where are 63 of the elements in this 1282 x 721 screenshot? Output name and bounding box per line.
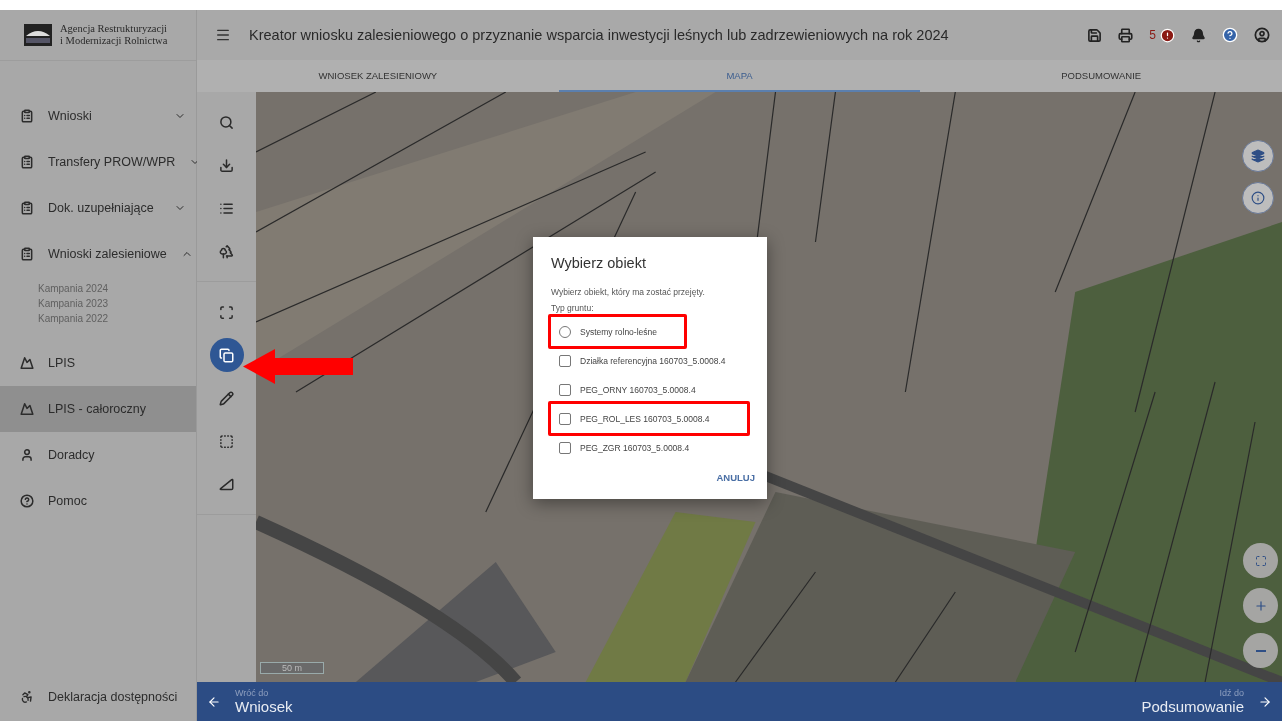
clipboard-icon [20,155,34,169]
pencil-icon [219,390,234,406]
layers-icon [1251,149,1265,163]
select-icon [219,304,234,320]
mountain-icon [20,356,34,370]
list-icon [219,200,234,216]
search-icon [219,114,234,130]
sidebar-item[interactable]: Deklaracja dostępności [0,673,196,721]
back-link[interactable]: Wróć do Wniosek [207,688,293,715]
trees-icon [219,243,234,259]
clipboard-icon [20,109,34,123]
checkbox-option[interactable]: PEG_ZGR 160703_5.0008.4 [551,433,755,462]
checkbox[interactable] [559,412,571,425]
copy-icon [219,347,234,363]
radio-button[interactable] [559,325,571,338]
tab[interactable]: WNIOSEK ZALESIENIOWY [197,60,559,92]
save-icon[interactable] [1087,27,1103,43]
sidebar-item[interactable]: LPIS - całoroczny [0,386,196,432]
info-icon [1251,191,1265,205]
dialog-title: Wybierz obiekt [551,255,647,271]
wheelchair-icon [20,690,34,704]
tab[interactable]: PODSUMOWANIE [920,60,1282,92]
bell-icon[interactable] [1191,27,1206,43]
clipboard-icon [20,247,34,261]
mountain-icon [20,402,34,416]
checkbox[interactable] [559,383,571,396]
logo-text: Agencja Restrukturyzacji i Modernizacji Rolnictwa [60,23,168,47]
plus-icon [1253,598,1268,613]
logo-icon [24,24,52,46]
cancel-button[interactable]: ANULUJ [716,468,755,487]
checkbox-option[interactable]: PEG_ORNY 160703_5.0008.4 [551,375,755,404]
dialog-message: Wybierz obiekt, który ma zostać przejęty. [551,287,706,297]
sidebar-item[interactable]: Pomoc [0,478,196,524]
checkbox[interactable] [559,441,571,454]
triangle-ruler-icon [219,476,234,492]
account-icon[interactable] [1254,27,1270,43]
sidebar-item[interactable]: Wnioski [0,93,196,139]
person-icon [20,448,34,462]
next-link[interactable]: Idź do Podsumowanie [1141,688,1272,715]
alert-count: 5 [1149,28,1156,42]
menu-icon[interactable] [215,27,231,43]
sidebar-item[interactable]: Transfery PROW/WPR [0,139,196,185]
checkbox[interactable] [559,354,571,367]
scale-bar: 50 m [260,662,324,674]
download-icon [219,157,234,173]
group-label: Typ gruntu: [551,303,595,313]
copy-tool[interactable] [209,338,244,372]
fullscreen-icon [1254,554,1267,567]
sidebar-item[interactable]: LPIS [0,340,196,386]
clipboard-icon [20,201,34,215]
page-title: Kreator wniosku zalesieniowego o przyznanie wsparcia inwestycji leśnych lub zadrzewieniowych na rok 2024 [249,27,950,43]
alert-icon[interactable] [1160,27,1175,43]
radio-option[interactable]: Systemy rolno-leśne [551,317,755,346]
help-icon [20,494,34,508]
checkbox-option[interactable]: PEG_ROL_LES 160703_5.0008.4 [551,404,755,433]
sidebar-item[interactable]: Dok. uzupełniające [0,185,196,231]
sidebar-item[interactable]: Doradcy [0,432,196,478]
help-icon[interactable] [1222,27,1238,43]
minus-icon [1255,649,1266,652]
print-icon[interactable] [1118,27,1134,43]
dashed-rectangle-icon [219,433,234,449]
checkbox-option[interactable]: Działka referencyjna 160703_5.0008.4 [551,346,755,375]
sidebar-item[interactable]: Wnioski zalesieniowe [0,231,196,277]
